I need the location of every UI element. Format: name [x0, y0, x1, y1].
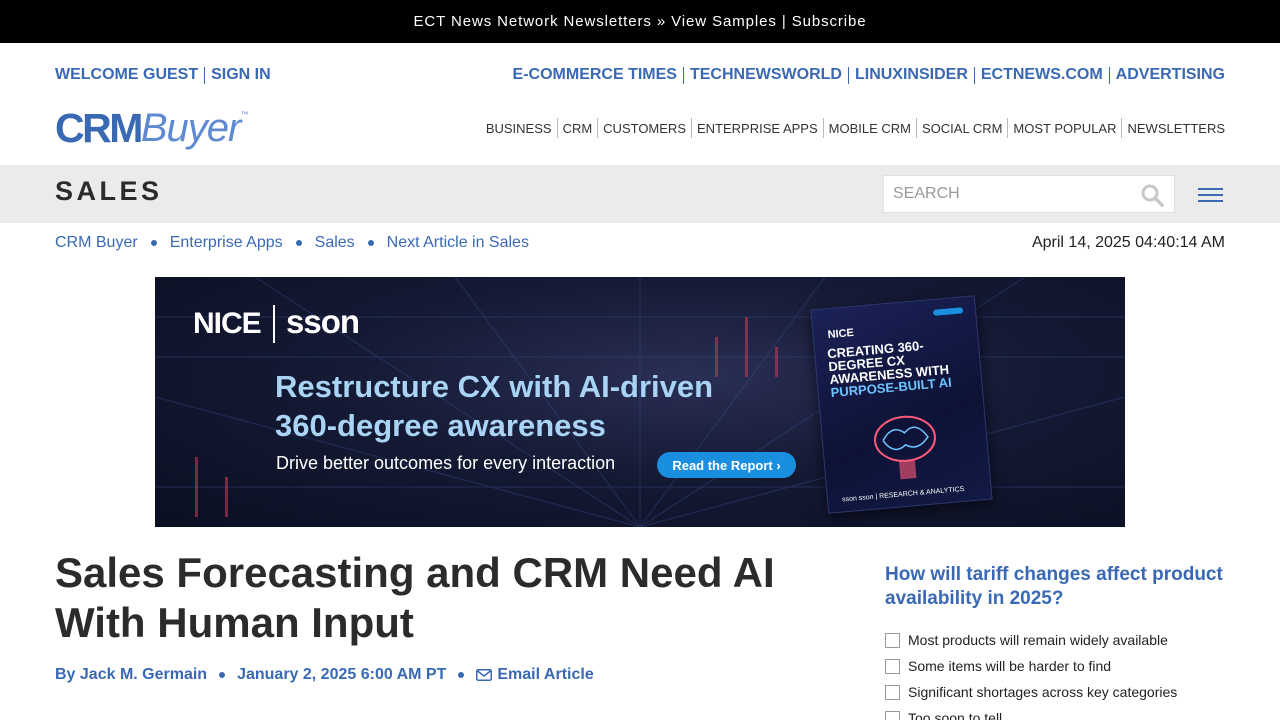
- current-datetime: April 14, 2025 04:40:14 AM: [1031, 234, 1225, 251]
- bullet-separator: [367, 240, 374, 246]
- poll-checkbox[interactable]: [885, 658, 900, 674]
- poll-question: How will tariff changes affect product a…: [885, 564, 1223, 609]
- email-article-link[interactable]: Email Article: [476, 666, 594, 684]
- poll-option-label: Some items will be harder to find: [908, 658, 1112, 674]
- bullet-separator: [219, 672, 226, 678]
- poll-option[interactable]: Significant shortages across key categor…: [885, 679, 1177, 705]
- book-footer: sson sson | RESEARCH & ANALYTICS: [841, 485, 965, 504]
- divider: [682, 66, 684, 84]
- divider: [1121, 118, 1123, 138]
- nav-mobile-crm[interactable]: MOBILE CRM: [829, 121, 911, 136]
- nav-most-popular[interactable]: MOST POPULAR: [1013, 121, 1116, 136]
- subscribe-link[interactable]: Subscribe: [792, 13, 867, 30]
- divider: [916, 118, 917, 138]
- next-article-link[interactable]: Next Article in Sales: [387, 234, 529, 252]
- sign-in-link[interactable]: SIGN IN: [211, 66, 271, 84]
- network-link-ectnews[interactable]: ECTNEWS.COM: [981, 66, 1103, 84]
- view-samples-link[interactable]: View Samples: [671, 13, 777, 30]
- article-date: January 2, 2025 6:00 AM PT: [237, 666, 447, 683]
- poll-checkbox[interactable]: [885, 632, 900, 648]
- network-links: E-COMMERCE TIMES TECHNEWSWORLD LINUXINSI…: [513, 66, 1225, 84]
- poll-option-label: Significant shortages across key categor…: [908, 684, 1178, 700]
- nav-newsletters[interactable]: NEWSLETTERS: [1127, 121, 1225, 136]
- topbar-pipe: |: [776, 13, 792, 30]
- poll-checkbox[interactable]: [885, 710, 900, 720]
- bullet-separator: [458, 672, 465, 678]
- banner-ad[interactable]: NICE sson Restructure CX with AI-driven …: [155, 277, 1125, 527]
- poll-option[interactable]: Some items will be harder to find: [885, 653, 1177, 679]
- article-title: Sales Forecasting and CRM Need AI With H…: [55, 549, 775, 646]
- menu-line: [1198, 194, 1223, 196]
- section-title: SALES: [55, 176, 163, 206]
- book-brand: NICE: [827, 326, 855, 342]
- nav-business[interactable]: BUSINESS: [486, 121, 552, 136]
- network-link-linuxinsider[interactable]: LINUXINSIDER: [855, 66, 968, 84]
- banner-headline-line1: Restructure CX with AI-driven: [275, 369, 714, 404]
- network-link-advertising[interactable]: ADVERTISING: [1116, 66, 1225, 84]
- divider: [847, 66, 849, 84]
- email-article-label: Email Article: [497, 666, 594, 683]
- brand-divider: [273, 305, 275, 343]
- network-link-technewsworld[interactable]: TECHNEWSWORLD: [690, 66, 842, 84]
- hamburger-menu-icon[interactable]: [1198, 188, 1223, 206]
- menu-line: [1198, 188, 1223, 190]
- divider: [556, 118, 558, 138]
- welcome-guest-link[interactable]: WELCOME GUEST: [55, 66, 198, 84]
- main-nav: BUSINESS CRM CUSTOMERS ENTERPRISE APPS M…: [486, 118, 1225, 138]
- mail-icon: [476, 669, 493, 681]
- newsletter-prefix: ECT News Network Newsletters »: [413, 13, 672, 30]
- nav-social-crm[interactable]: SOCIAL CRM: [922, 121, 1002, 136]
- nice-brand: NICE: [193, 307, 262, 340]
- poll-option[interactable]: Most products will remain widely availab…: [885, 627, 1177, 653]
- divider: [1108, 66, 1110, 84]
- poll-option-label: Most products will remain widely availab…: [908, 632, 1168, 648]
- author-link[interactable]: By Jack M. Germain: [55, 666, 207, 684]
- divider: [822, 118, 824, 138]
- search-box: [883, 175, 1175, 213]
- search-input[interactable]: [884, 176, 1124, 212]
- nav-crm[interactable]: CRM: [563, 121, 593, 136]
- breadcrumb-crm-buyer[interactable]: CRM Buyer: [55, 234, 138, 252]
- nav-enterprise-apps[interactable]: ENTERPRISE APPS: [697, 121, 818, 136]
- poll-option-label: Too soon to tell: [908, 710, 1003, 720]
- divider: [973, 66, 975, 84]
- poll-checkbox[interactable]: [885, 684, 900, 700]
- user-links: WELCOME GUEST SIGN IN: [55, 66, 271, 84]
- nav-customers[interactable]: CUSTOMERS: [603, 121, 686, 136]
- bullet-separator: [150, 240, 157, 246]
- breadcrumb-sales[interactable]: Sales: [315, 234, 355, 252]
- logo-trademark: ™: [240, 110, 249, 119]
- article-byline: By Jack M. Germain January 2, 2025 6:00 …: [55, 666, 594, 684]
- divider: [691, 118, 692, 138]
- breadcrumb: CRM Buyer Enterprise Apps Sales Next Art…: [55, 234, 529, 252]
- logo-buyer-text: Buyer: [140, 106, 241, 150]
- brain-illustration: [874, 415, 936, 480]
- bullet-separator: [295, 240, 302, 246]
- newsletter-topbar: ECT News Network Newsletters » View Samp…: [0, 0, 1280, 43]
- divider: [1007, 118, 1009, 138]
- poll-options: Most products will remain widely availab…: [885, 627, 1177, 720]
- logo-crm-text: CRM: [55, 105, 143, 151]
- menu-line: [1198, 200, 1223, 202]
- breadcrumb-enterprise-apps[interactable]: Enterprise Apps: [170, 234, 283, 252]
- crmbuyer-logo[interactable]: CRM Buyer ™: [55, 104, 248, 150]
- banner-headline-line2: 360-degree awareness: [275, 408, 606, 443]
- read-report-button[interactable]: Read the Report ›: [657, 452, 796, 478]
- sson-brand: sson: [286, 303, 360, 340]
- divider: [597, 118, 599, 138]
- network-link-ecommerce-times[interactable]: E-COMMERCE TIMES: [513, 66, 677, 84]
- banner-subtext: Drive better outcomes for every interact…: [276, 453, 616, 473]
- divider: [204, 66, 206, 84]
- book-tag: [932, 307, 964, 316]
- search-icon[interactable]: [1140, 183, 1164, 207]
- poll-option[interactable]: Too soon to tell: [885, 705, 1177, 720]
- report-cover-image: NICE CREATING 360-DEGREE CX AWARENESS WI…: [810, 295, 993, 514]
